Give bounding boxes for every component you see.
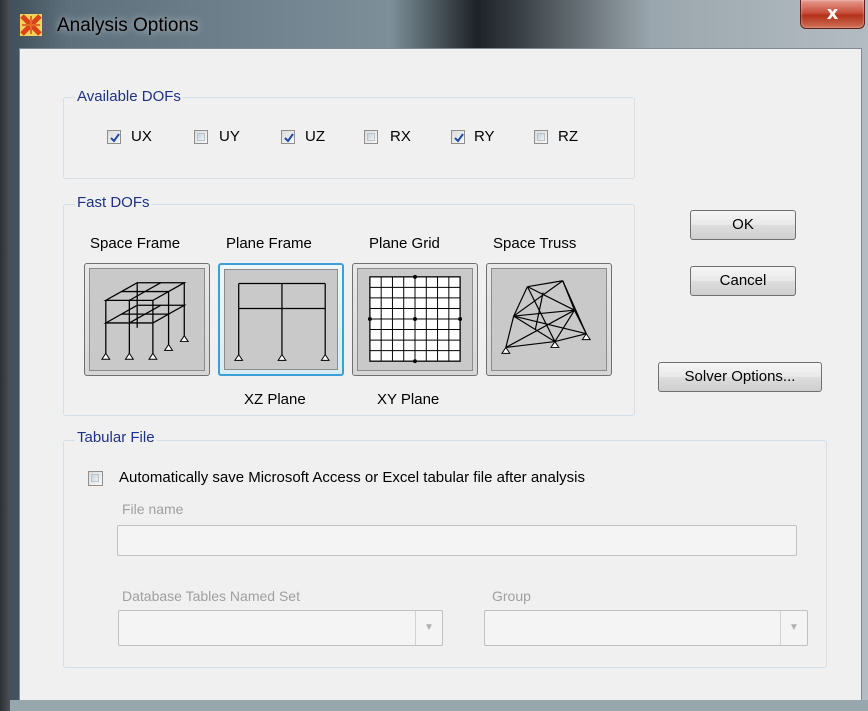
- plane-frame-label: Plane Frame: [226, 235, 312, 252]
- ry-checkbox[interactable]: [451, 130, 465, 144]
- ok-button[interactable]: OK: [690, 210, 796, 240]
- ry-label: RY: [474, 128, 495, 145]
- plane-grid-icon: [357, 268, 473, 371]
- window-title: Analysis Options: [57, 15, 199, 36]
- rx-checkbox[interactable]: [364, 130, 378, 144]
- named-set-label: Database Tables Named Set: [122, 588, 300, 604]
- ux-label: UX: [131, 128, 152, 145]
- sap2000-app-icon: [20, 14, 42, 36]
- space-frame-icon: [89, 268, 205, 371]
- check-icon: [110, 133, 120, 143]
- xy-plane-label: XY Plane: [377, 391, 440, 408]
- group-combobox[interactable]: ▼: [484, 610, 808, 646]
- auto-save-label: Automatically save Microsoft Access or E…: [119, 469, 586, 486]
- rz-checkbox[interactable]: [534, 130, 548, 144]
- plane-frame-icon: [224, 269, 338, 370]
- check-icon: [284, 133, 294, 143]
- available-dofs-title: Available DOFs: [75, 88, 183, 105]
- chevron-down-icon: ▼: [415, 611, 442, 645]
- window-frame-left: [0, 0, 10, 711]
- dialog-window: Analysis Options x Available DOFs UX UY …: [0, 0, 868, 711]
- ux-checkbox[interactable]: [107, 130, 121, 144]
- uz-checkbox[interactable]: [281, 130, 295, 144]
- cancel-button[interactable]: Cancel: [690, 266, 796, 296]
- space-frame-label: Space Frame: [90, 235, 181, 252]
- uy-label: UY: [219, 128, 240, 145]
- space-truss-icon: [491, 268, 607, 371]
- file-name-label: File name: [122, 501, 184, 517]
- title-bar[interactable]: Analysis Options x: [0, 0, 868, 48]
- plane-grid-button[interactable]: [352, 263, 478, 376]
- close-icon: x: [826, 3, 839, 24]
- check-icon: [454, 133, 464, 143]
- space-frame-button[interactable]: [84, 263, 210, 376]
- solver-options-button[interactable]: Solver Options...: [658, 362, 822, 392]
- plane-frame-button[interactable]: [218, 263, 344, 376]
- chevron-down-icon: ▼: [780, 611, 807, 645]
- window-frame-bottom: [10, 700, 868, 711]
- named-set-combobox[interactable]: ▼: [118, 610, 443, 646]
- close-button[interactable]: x: [800, 0, 865, 29]
- auto-save-checkbox[interactable]: [88, 471, 103, 486]
- space-truss-label: Space Truss: [493, 235, 577, 252]
- uy-checkbox[interactable]: [194, 130, 208, 144]
- xz-plane-label: XZ Plane: [244, 391, 306, 408]
- uz-label: UZ: [305, 128, 325, 145]
- rx-label: RX: [390, 128, 411, 145]
- tabular-file-title: Tabular File: [75, 429, 157, 446]
- plane-grid-label: Plane Grid: [369, 235, 440, 252]
- file-name-input[interactable]: [117, 525, 797, 556]
- group-label: Group: [492, 588, 531, 604]
- fast-dofs-title: Fast DOFs: [75, 194, 152, 211]
- rz-label: RZ: [558, 128, 578, 145]
- space-truss-button[interactable]: [486, 263, 612, 376]
